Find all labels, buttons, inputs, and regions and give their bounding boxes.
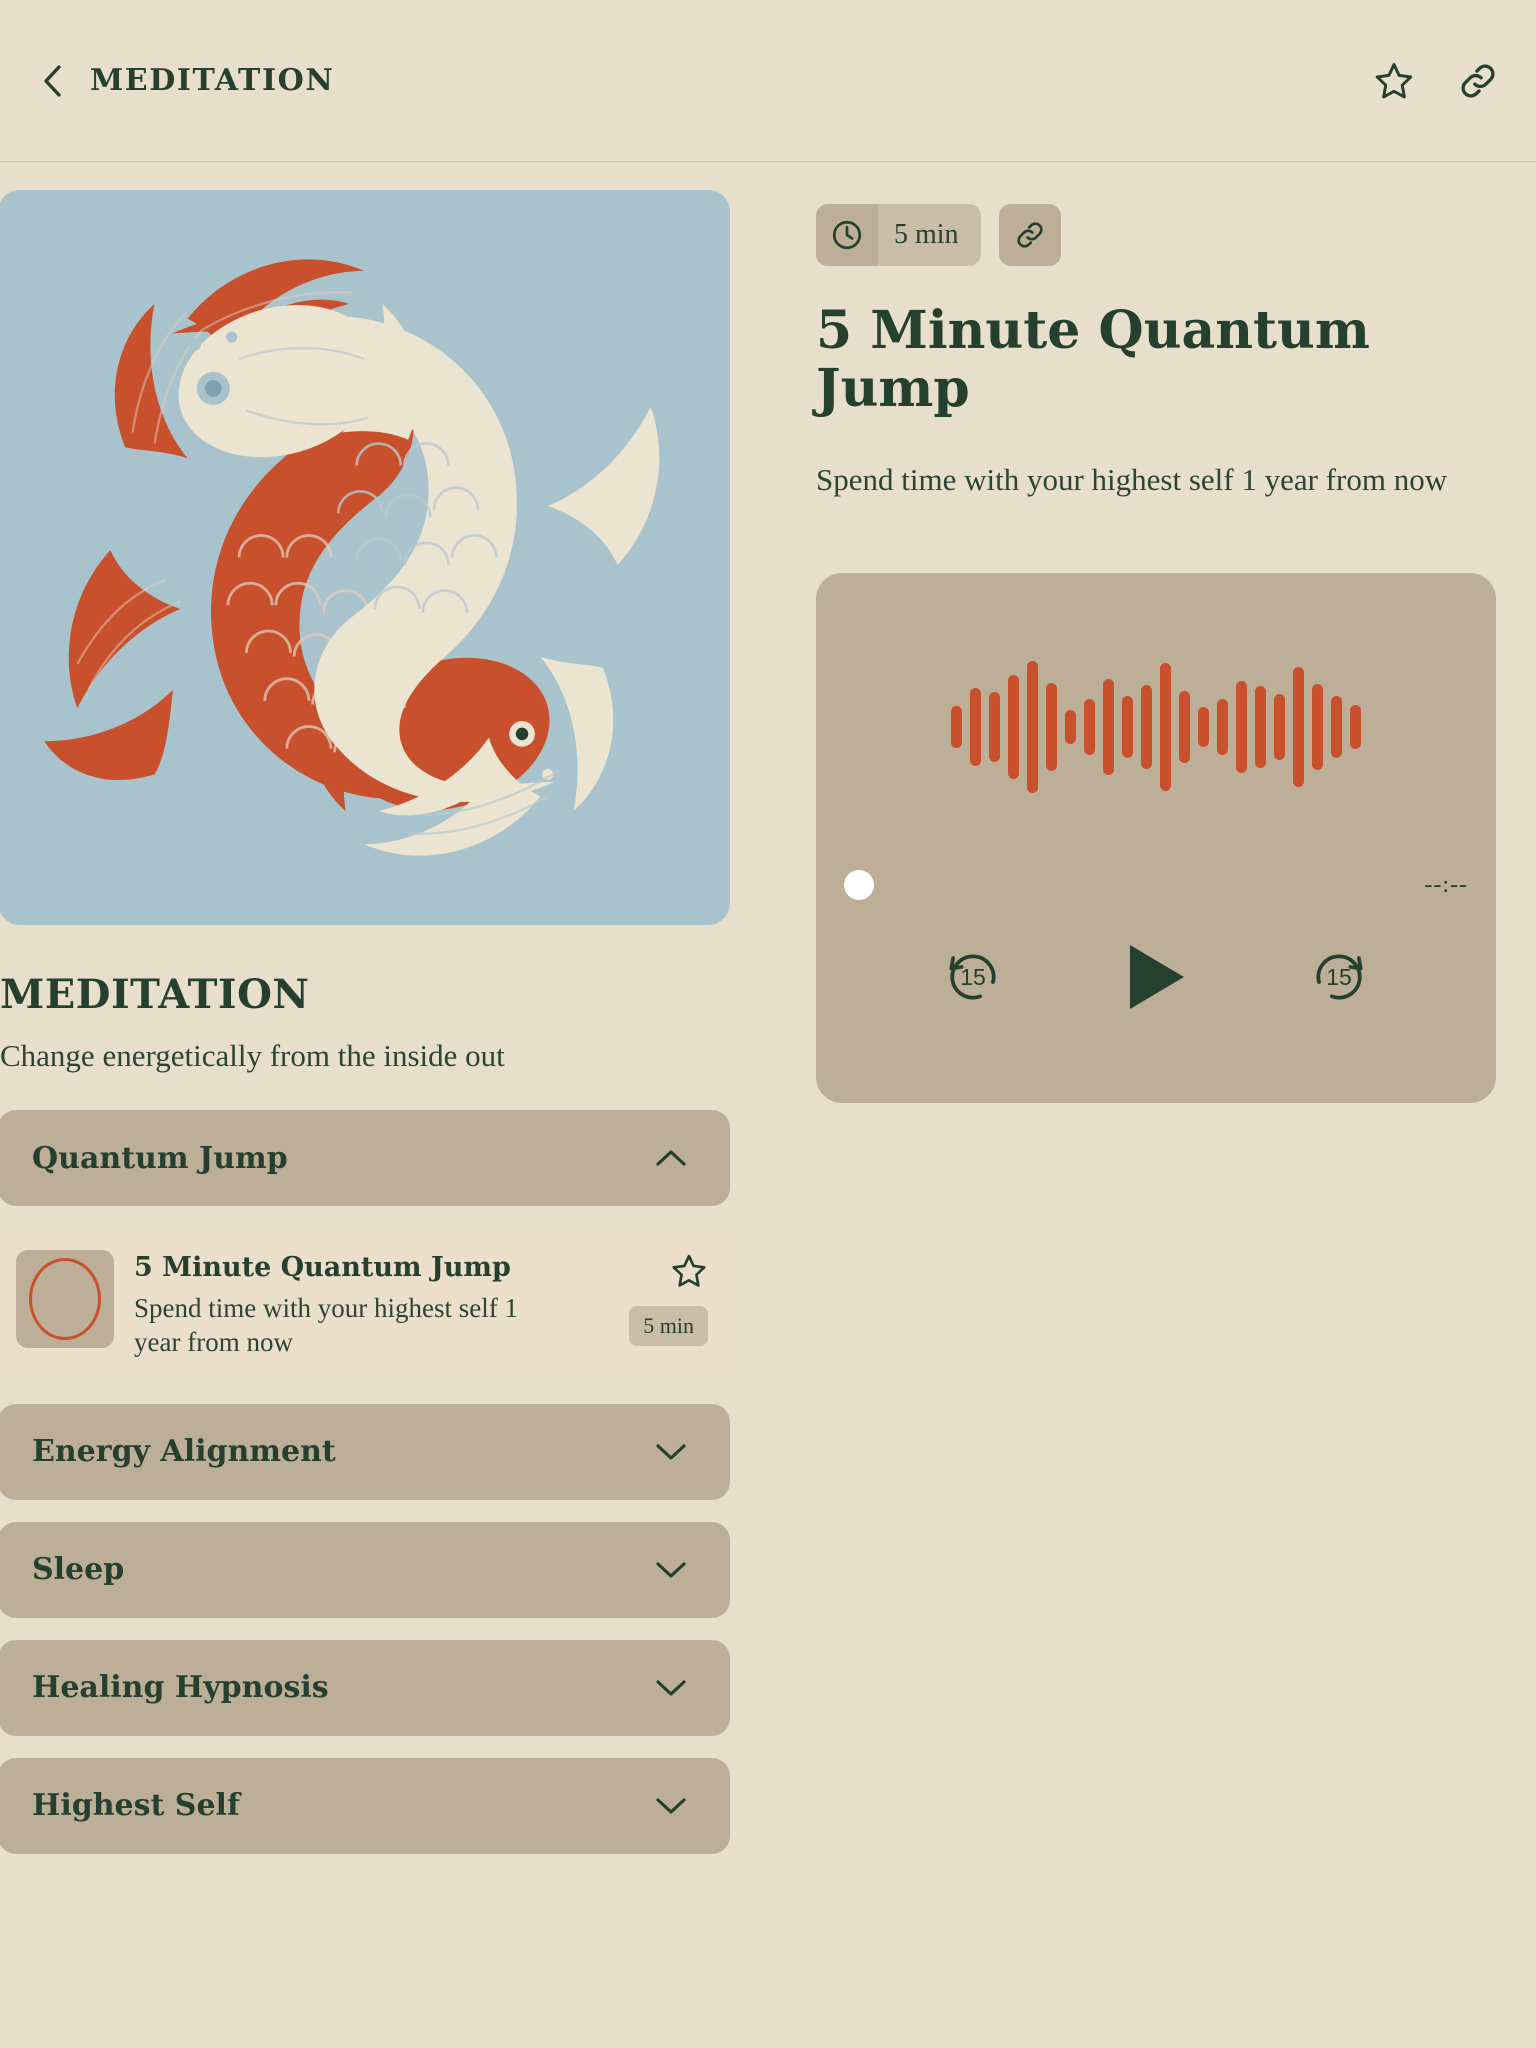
- sidebar-section-energy-alignment[interactable]: Energy Alignment: [0, 1403, 730, 1500]
- header-actions: [1372, 59, 1500, 103]
- detail-share-button[interactable]: [998, 204, 1061, 266]
- sidebar-section-sleep[interactable]: Sleep: [0, 1521, 730, 1618]
- circle-outline-thumbnail: [16, 1250, 114, 1348]
- waveform-bar: [1293, 667, 1304, 788]
- detail-column: 5 min 5 Minute Quantum Jump Spend time w…: [732, 190, 1536, 1104]
- sidebar-column: MEDITATION Change energetically from the…: [0, 190, 732, 1854]
- section-label: Healing Hypnosis: [32, 1670, 329, 1706]
- chevron-left-icon: [44, 64, 61, 97]
- scrubber-handle[interactable]: [844, 870, 874, 901]
- sidebar-heading: MEDITATION: [0, 971, 310, 1018]
- waveform-bar: [1008, 675, 1019, 780]
- play-button[interactable]: [1120, 939, 1192, 1015]
- star-outline-icon: [672, 1254, 706, 1287]
- app-header: MEDITATION: [0, 0, 1536, 162]
- waveform-bar: [1046, 683, 1057, 772]
- track-row[interactable]: 5 Minute Quantum Jump Spend time with yo…: [0, 1228, 730, 1382]
- waveform-bar: [1160, 663, 1171, 792]
- share-link-button[interactable]: [1456, 59, 1500, 103]
- time-display: --:--: [1424, 871, 1468, 898]
- audio-player: --:-- 15 15: [816, 573, 1496, 1104]
- waveform-bar: [1236, 681, 1247, 774]
- waveform-bar: [1179, 691, 1190, 764]
- section-label: Quantum Jump: [32, 1140, 288, 1176]
- thumbnail-ring: [29, 1258, 101, 1340]
- waveform-bar: [1274, 694, 1285, 761]
- link-icon: [1016, 222, 1043, 248]
- waveform-bar: [1122, 696, 1133, 759]
- waveform-bar: [1198, 707, 1209, 748]
- forward-amount-label: 15: [1326, 964, 1352, 991]
- waveform-bar: [1350, 705, 1361, 750]
- track-info: 5 Minute Quantum Jump Spend time with yo…: [134, 1250, 609, 1360]
- detail-duration-text: 5 min: [894, 219, 959, 250]
- koi-fish-yin-yang-illustration: [0, 190, 730, 925]
- chevron-down-icon: [654, 1671, 688, 1705]
- play-icon: [1130, 945, 1184, 1010]
- waveform-bar: [1065, 710, 1076, 745]
- chevron-down-icon: [654, 1435, 688, 1469]
- waveform-bar: [1027, 661, 1038, 794]
- rewind-15-icon: 15: [942, 946, 1004, 1008]
- detail-badge-row: 5 min: [816, 204, 1536, 266]
- clock-icon: [816, 204, 878, 266]
- accordion-list: Quantum Jump 5 Minute Quantum Jump Spend…: [0, 1110, 732, 1854]
- progress-scrubber[interactable]: --:--: [816, 865, 1496, 905]
- waveform-bar: [1255, 686, 1266, 769]
- hero-illustration-card: [0, 190, 730, 925]
- chevron-up-icon: [654, 1141, 688, 1175]
- section-label: Sleep: [32, 1552, 125, 1588]
- sidebar-section-quantum-jump[interactable]: Quantum Jump: [0, 1110, 730, 1206]
- link-icon: [1461, 63, 1495, 98]
- player-controls: 15 15: [816, 939, 1496, 1015]
- track-description: Spend time with your highest self 1 year…: [134, 1293, 518, 1358]
- track-favorite-button[interactable]: [670, 1252, 708, 1290]
- chevron-down-icon: [654, 1553, 688, 1587]
- rewind-15-button[interactable]: 15: [942, 946, 1004, 1008]
- forward-15-icon: 15: [1308, 946, 1370, 1008]
- track-title: 5 Minute Quantum Jump: [134, 1252, 511, 1283]
- sidebar-section-highest-self[interactable]: Highest Self: [0, 1757, 730, 1854]
- waveform-bar: [1141, 685, 1152, 770]
- waveform-bar: [1331, 696, 1342, 759]
- favorite-button[interactable]: [1372, 59, 1416, 103]
- waveform-bar: [1217, 699, 1228, 756]
- section-label: Energy Alignment: [32, 1434, 336, 1470]
- waveform-bar: [1312, 684, 1323, 771]
- waveform-bar: [970, 688, 981, 767]
- back-button[interactable]: [36, 64, 70, 98]
- sidebar-section-healing-hypnosis[interactable]: Healing Hypnosis: [0, 1639, 730, 1736]
- detail-description: Spend time with your highest self 1 year…: [816, 462, 1448, 498]
- page-title: MEDITATION: [90, 63, 335, 98]
- waveform-bar: [1084, 699, 1095, 756]
- waveform-bar: [989, 692, 1000, 763]
- waveform-bar: [951, 706, 962, 749]
- track-meta: 5 min: [629, 1250, 708, 1346]
- sidebar-subtitle: Change energetically from the inside out: [0, 1038, 505, 1073]
- page-body: MEDITATION Change energetically from the…: [0, 162, 1536, 1854]
- chevron-down-icon: [654, 1789, 688, 1823]
- track-duration-badge: 5 min: [629, 1306, 708, 1346]
- header-left-group: MEDITATION: [36, 63, 334, 98]
- rewind-amount-label: 15: [960, 964, 986, 991]
- detail-duration-badge: 5 min: [816, 204, 981, 266]
- star-outline-icon: [1375, 62, 1413, 98]
- detail-title: 5 Minute Quantum Jump: [816, 300, 1370, 420]
- section-label: Highest Self: [32, 1788, 240, 1824]
- waveform[interactable]: [816, 627, 1496, 827]
- waveform-bar: [1103, 679, 1114, 776]
- forward-15-button[interactable]: 15: [1308, 946, 1370, 1008]
